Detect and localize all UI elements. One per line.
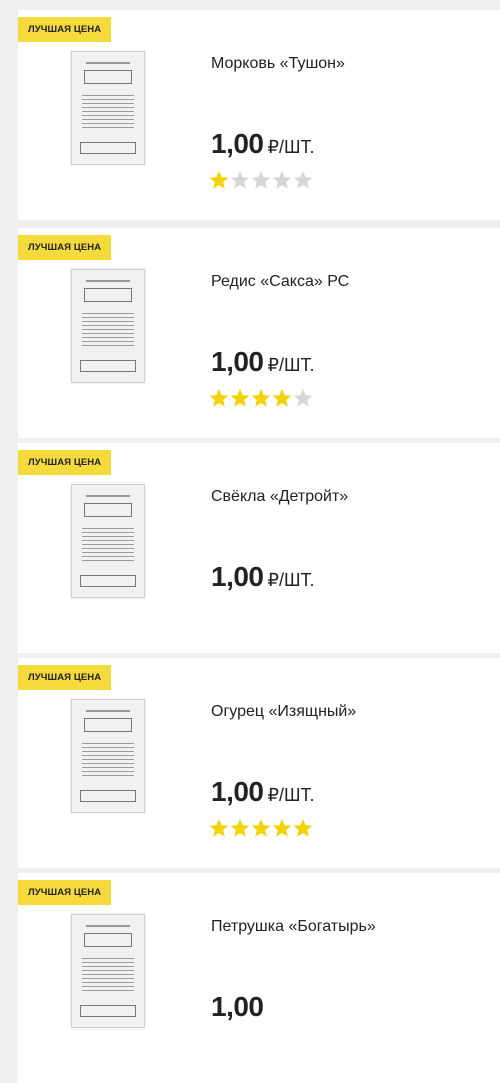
- star-icon: [272, 818, 292, 838]
- product-image[interactable]: [60, 260, 156, 392]
- product-price: 1,00 ₽/ШТ.: [211, 346, 314, 378]
- product-image[interactable]: [60, 690, 156, 822]
- product-image[interactable]: [60, 475, 156, 607]
- price-unit: ₽/ШТ.: [267, 570, 315, 590]
- best-price-badge: ЛУЧШАЯ ЦЕНА: [18, 880, 112, 905]
- rating-stars: [209, 818, 313, 838]
- product-price: 1,00: [211, 991, 268, 1023]
- seed-packet-icon: [71, 269, 145, 383]
- product-card[interactable]: ЛУЧШАЯ ЦЕНА Морковь «Тушон» 1,00 ₽/ШТ.: [18, 10, 500, 220]
- product-title[interactable]: Морковь «Тушон»: [211, 55, 345, 73]
- best-price-badge: ЛУЧШАЯ ЦЕНА: [18, 450, 112, 475]
- seed-packet-icon: [71, 699, 145, 813]
- price-unit: ₽/ШТ.: [267, 785, 315, 805]
- product-title[interactable]: Свёкла «Детройт»: [211, 488, 348, 506]
- product-image[interactable]: [60, 905, 156, 1037]
- product-card[interactable]: ЛУЧШАЯ ЦЕНА Свёкла «Детройт» 1,00 ₽/ШТ.: [18, 443, 500, 653]
- product-price: 1,00 ₽/ШТ.: [211, 776, 314, 808]
- rating-stars: [209, 388, 313, 408]
- product-image[interactable]: [60, 42, 156, 174]
- star-icon: [209, 388, 229, 408]
- product-card[interactable]: ЛУЧШАЯ ЦЕНА Редис «Сакса» РС 1,00 ₽/ШТ.: [18, 228, 500, 438]
- star-icon: [251, 818, 271, 838]
- price-amount: 1,00: [211, 128, 264, 159]
- star-icon: [230, 170, 250, 190]
- star-icon: [209, 818, 229, 838]
- star-icon: [293, 388, 313, 408]
- seed-packet-icon: [71, 914, 145, 1028]
- product-card[interactable]: ЛУЧШАЯ ЦЕНА Петрушка «Богатырь» 1,00: [18, 873, 500, 1083]
- price-amount: 1,00: [211, 561, 264, 592]
- star-icon: [251, 170, 271, 190]
- best-price-badge: ЛУЧШАЯ ЦЕНА: [18, 235, 112, 260]
- star-icon: [272, 170, 292, 190]
- product-card[interactable]: ЛУЧШАЯ ЦЕНА Огурец «Изящный» 1,00 ₽/ШТ.: [18, 658, 500, 868]
- product-title[interactable]: Редис «Сакса» РС: [211, 273, 349, 291]
- star-icon: [293, 818, 313, 838]
- product-price: 1,00 ₽/ШТ.: [211, 128, 314, 160]
- product-title[interactable]: Огурец «Изящный»: [211, 703, 356, 721]
- star-icon: [251, 388, 271, 408]
- product-price: 1,00 ₽/ШТ.: [211, 561, 314, 593]
- price-unit: ₽/ШТ.: [267, 137, 315, 157]
- price-amount: 1,00: [211, 991, 264, 1022]
- seed-packet-icon: [71, 51, 145, 165]
- rating-stars: [209, 170, 313, 190]
- product-title[interactable]: Петрушка «Богатырь»: [211, 918, 376, 936]
- price-amount: 1,00: [211, 776, 264, 807]
- star-icon: [209, 170, 229, 190]
- best-price-badge: ЛУЧШАЯ ЦЕНА: [18, 665, 112, 690]
- price-unit: ₽/ШТ.: [267, 355, 315, 375]
- star-icon: [293, 170, 313, 190]
- star-icon: [272, 388, 292, 408]
- star-icon: [230, 818, 250, 838]
- best-price-badge: ЛУЧШАЯ ЦЕНА: [18, 17, 112, 42]
- seed-packet-icon: [71, 484, 145, 598]
- price-amount: 1,00: [211, 346, 264, 377]
- star-icon: [230, 388, 250, 408]
